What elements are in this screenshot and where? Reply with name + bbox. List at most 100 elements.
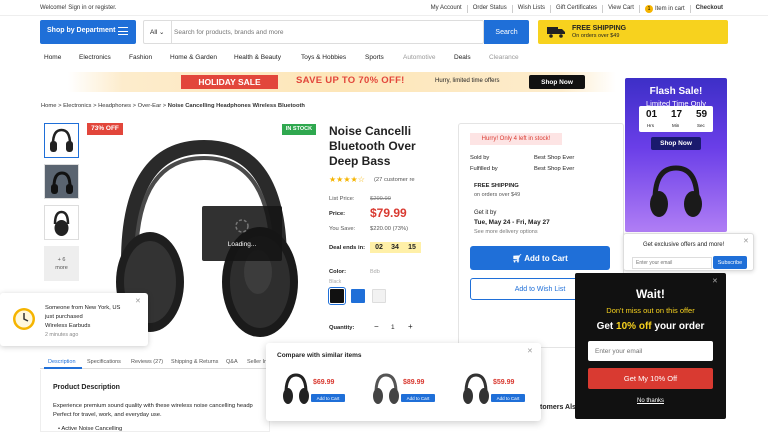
quantity-decrease-button[interactable]: − [374,322,379,331]
thumbnail-1[interactable] [44,123,79,158]
search-category-label: All [150,29,158,36]
promo-shop-now-button[interactable]: Shop Now [529,75,585,89]
wish-lists-link[interactable]: Wish Lists [511,5,550,13]
thumbnail-3[interactable] [44,205,79,240]
countdown-seconds: 15 [403,242,421,253]
flash-seconds: 59 [696,109,708,120]
add-to-cart-label: Add to Cart [524,253,568,263]
quantity-increase-button[interactable]: + [408,322,413,331]
compare-add-to-cart-button[interactable]: Add to Cart [491,394,525,402]
welcome-text[interactable]: Welcome! Sign in or register. [40,5,117,11]
description-body-2: Perfect for travel, work, and everyday u… [53,412,162,418]
notif-time: 2 minutes ago [45,332,79,338]
shop-by-department-button[interactable]: Shop by Department [40,20,136,44]
get-discount-button[interactable]: Get My 10% Off [588,368,713,389]
close-icon[interactable]: ✕ [712,277,718,285]
breadcrumb-sep: > [162,103,167,109]
rating-stars[interactable]: ★★★★☆ [329,175,365,184]
subscribe-button[interactable]: Subscribe [713,256,747,269]
price-label: Price: [329,211,346,217]
buybox-ship-title: FREE SHIPPING [474,183,519,189]
title-fade [415,122,445,172]
flash-title: Flash Sale! [649,86,703,97]
nav-home-garden[interactable]: Home & Garden [170,54,217,61]
nav-home[interactable]: Home [44,54,61,61]
close-icon[interactable]: ✕ [527,347,533,355]
tab-qa[interactable]: Q&A [226,359,238,365]
thumbnail-2[interactable] [44,164,79,199]
more-delivery-options-link[interactable]: See more delivery options [474,229,538,235]
cart-status[interactable]: 1 Item in cart [638,5,690,13]
nav-deals[interactable]: Deals [454,54,471,61]
fulfilled-by-value[interactable]: Best Shop Ever [534,166,574,172]
tab-specifications[interactable]: Specifications [87,359,121,365]
nav-fashion[interactable]: Fashion [129,54,152,61]
close-icon[interactable]: ✕ [743,237,749,245]
flash-shop-now-button[interactable]: Shop Now [651,137,701,150]
breadcrumb-sep: > [93,103,97,109]
wait-email-input[interactable] [588,341,713,361]
breadcrumb-headphones[interactable]: Headphones [98,103,131,109]
deal-ends-label: Deal ends in: [329,245,366,251]
order-status-link[interactable]: Order Status [466,5,512,13]
nav-health-beauty[interactable]: Health & Beauty [234,54,281,61]
nav-toys-hobbies[interactable]: Toys & Hobbies [301,54,346,61]
compare-add-to-cart-button[interactable]: Add to Cart [311,394,345,402]
main-nav: Home Electronics Fashion Home & Garden H… [0,50,768,66]
tab-seller-info[interactable]: Seller In [247,359,267,365]
tab-description[interactable]: Description [48,359,76,365]
free-shipping-sub: On orders over $49 [572,33,620,39]
my-account-link[interactable]: My Account [426,5,467,13]
compare-item[interactable]: $69.99 Add to Cart [281,371,351,411]
tab-shipping-returns[interactable]: Shipping & Returns [171,359,218,365]
free-shipping-banner: FREE SHIPPING On orders over $49 [538,20,728,44]
search-input[interactable] [174,23,474,41]
gift-certificates-link[interactable]: Gift Certificates [550,5,602,13]
low-stock-warning: Hurry! Only 4 left in stock! [470,133,562,145]
quantity-value[interactable]: 1 [391,324,395,331]
description-heading: Product Description [53,384,120,391]
flash-unit-hrs: Hrs [647,123,654,128]
top-links: My Account Order Status Wish Lists Gift … [426,5,728,13]
compare-add-to-cart-button[interactable]: Add to Cart [401,394,435,402]
breadcrumb-sep: > [58,103,62,109]
view-cart-link[interactable]: View Cart [602,5,639,13]
swatch-blue[interactable] [351,289,365,303]
flash-sale-ad: Flash Sale! Limited Time Only 01 17 59 H… [625,78,727,232]
exit-intent-popup: ✕ Wait! Don't miss out on this offer Get… [575,273,726,419]
buybox-ship-sub: on orders over $49 [474,192,521,198]
nav-clearance[interactable]: Clearance [489,54,519,61]
search-category-select[interactable]: All ⌄ [144,21,172,43]
holiday-sale-badge: HOLIDAY SALE [181,75,278,89]
add-to-cart-button[interactable]: 🛒︎ Add to Cart [470,246,610,270]
sold-by-value[interactable]: Best Shop Ever [534,155,574,161]
wait-sub: Don't miss out on this offer [606,306,695,315]
holiday-sale-banner: HOLIDAY SALE SAVE UP TO 70% OFF! Hurry, … [68,72,616,92]
no-thanks-link[interactable]: No thanks [575,398,726,404]
description-body-1: Experience premium sound quality with th… [53,403,253,409]
more-thumbnails-button[interactable]: + 6 more [44,246,79,281]
breadcrumb-over-ear[interactable]: Over-Ear [138,103,162,109]
nav-automotive[interactable]: Automotive [403,54,436,61]
swatch-black[interactable] [328,287,346,305]
nav-electronics[interactable]: Electronics [79,54,111,61]
review-count-link[interactable]: (27 customer re [374,177,415,183]
breadcrumb-electronics[interactable]: Electronics [63,103,91,109]
notif-line1: Someone from New York, US [45,305,121,311]
flash-timer: 01 17 59 Hrs Min Sec [639,106,713,132]
exclusive-email-input[interactable] [632,257,712,269]
nav-sports[interactable]: Sports [365,54,384,61]
more-count: + 6 [57,257,66,263]
compare-item[interactable]: $89.99 Add to Cart [371,371,441,411]
compare-headphones-image [463,373,489,404]
you-save-label: You Save: [329,226,356,232]
breadcrumb-home[interactable]: Home [41,103,56,109]
checkout-link[interactable]: Checkout [689,5,728,13]
close-icon[interactable]: ✕ [135,297,141,305]
search-button[interactable]: Search [484,20,529,44]
tab-reviews[interactable]: Reviews (27) [131,359,163,365]
swatch-white[interactable] [372,289,386,303]
top-utility-bar: Welcome! Sign in or register. My Account… [0,0,768,16]
wait-offer-pre: Get [596,321,617,332]
compare-item[interactable]: $59.99 Add to Cart [461,371,531,411]
